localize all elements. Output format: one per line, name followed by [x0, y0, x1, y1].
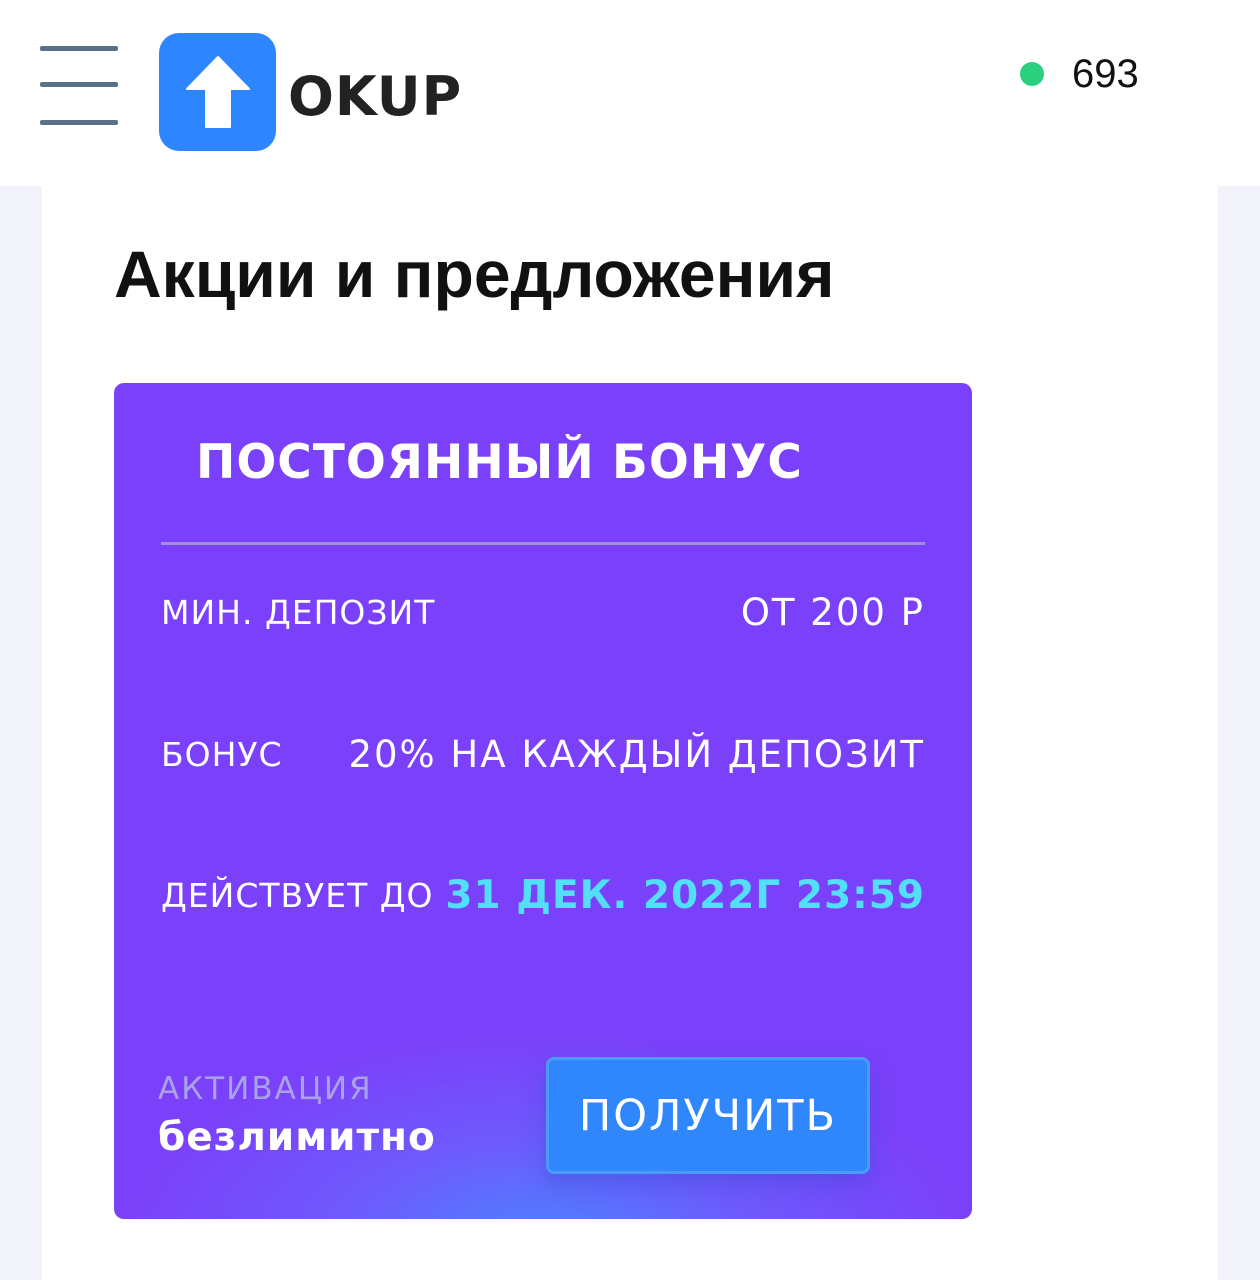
divider — [161, 542, 925, 545]
row-value: ОТ 200 Р — [740, 591, 925, 634]
page-title: Акции и предложения — [114, 237, 835, 311]
row-label: МИН. ДЕПОЗИТ — [161, 593, 436, 632]
online-dot-icon — [1020, 62, 1044, 86]
hamburger-menu-icon[interactable] — [40, 46, 118, 128]
activation-value: безлимитно — [158, 1115, 436, 1160]
promo-row-valid-until: ДЕЙСТВУЕТ ДО 31 ДЕК. 2022Г 23:59 — [161, 873, 925, 918]
promo-row-bonus: БОНУС 20% НА КАЖДЫЙ ДЕПОЗИТ — [161, 733, 925, 776]
menu-line — [40, 120, 118, 125]
menu-line — [40, 82, 118, 87]
menu-line — [40, 46, 118, 51]
promo-card: ПОСТОЯННЫЙ БОНУС МИН. ДЕПОЗИТ ОТ 200 Р Б… — [114, 383, 972, 1219]
get-bonus-button[interactable]: ПОЛУЧИТЬ — [546, 1057, 870, 1174]
arrow-up-icon — [159, 33, 276, 151]
promo-row-min-deposit: МИН. ДЕПОЗИТ ОТ 200 Р — [161, 591, 925, 634]
online-count: 693 — [1072, 51, 1139, 96]
row-value-deadline: 31 ДЕК. 2022Г 23:59 — [445, 873, 925, 918]
row-label: ДЕЙСТВУЕТ ДО — [161, 876, 434, 915]
online-indicator: 693 — [1020, 52, 1139, 96]
logo[interactable]: OKUP — [159, 33, 462, 151]
app-header: OKUP 693 — [0, 0, 1260, 186]
logo-text: OKUP — [288, 64, 463, 128]
promo-title: ПОСТОЯННЫЙ БОНУС — [196, 435, 803, 490]
row-label: БОНУС — [161, 735, 283, 774]
row-value: 20% НА КАЖДЫЙ ДЕПОЗИТ — [348, 733, 925, 776]
activation-label: АКТИВАЦИЯ — [158, 1071, 373, 1107]
